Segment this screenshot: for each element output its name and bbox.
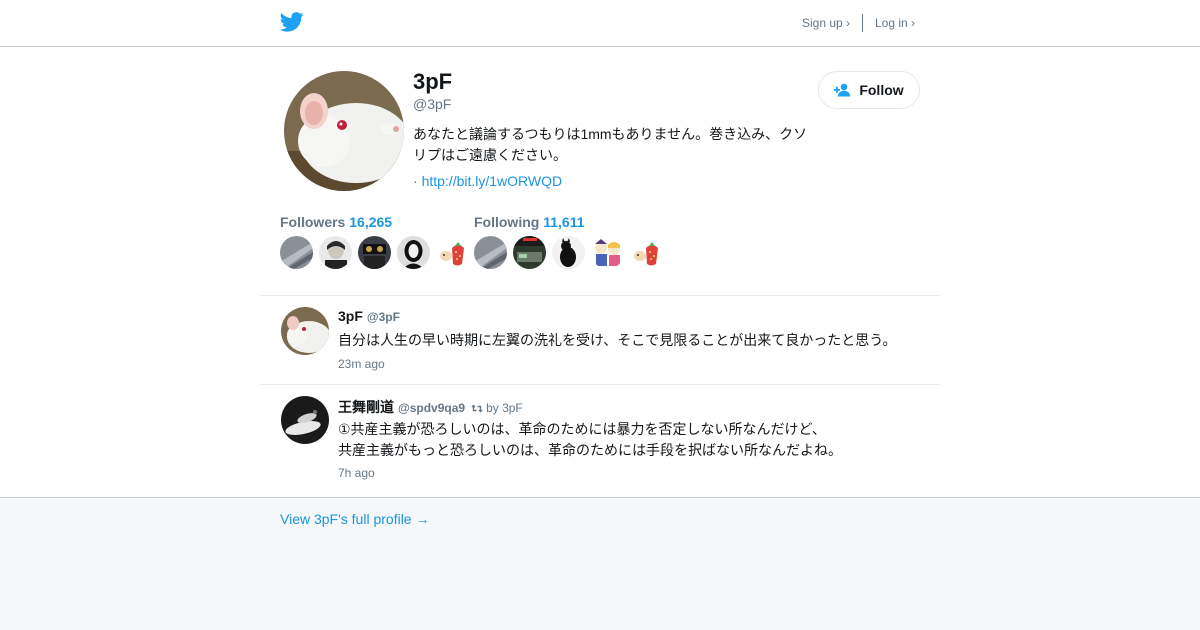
following-avatars bbox=[474, 236, 663, 269]
followers-count: 16,265 bbox=[349, 214, 393, 230]
section-divider bbox=[260, 295, 940, 296]
log-in-link[interactable]: Log in › bbox=[875, 16, 915, 30]
profile-avatar[interactable] bbox=[284, 71, 404, 191]
follower-avatar[interactable] bbox=[436, 236, 469, 269]
profile-url-line: · http://bit.ly/1wORWQD bbox=[413, 173, 562, 189]
twitter-bird-icon[interactable] bbox=[280, 11, 304, 33]
tweet-header: 3pF @3pF bbox=[338, 308, 400, 324]
tweet-author-handle[interactable]: @3pF bbox=[367, 310, 400, 324]
follower-avatar[interactable] bbox=[280, 236, 313, 269]
follower-avatar[interactable] bbox=[358, 236, 391, 269]
retweet-by-label[interactable]: by 3pF bbox=[486, 401, 523, 415]
cat-image bbox=[281, 396, 329, 444]
tweet-timestamp[interactable]: 23m ago bbox=[338, 357, 385, 371]
following-avatar[interactable] bbox=[552, 236, 585, 269]
add-user-icon bbox=[834, 83, 851, 97]
follower-avatar[interactable] bbox=[319, 236, 352, 269]
profile-bio: あなたと議論するつもりは1mmもありません。巻き込み、クソリプはご遠慮ください。 bbox=[413, 126, 808, 163]
tweet-avatar[interactable] bbox=[281, 396, 329, 444]
top-bar: Sign up › Log in › bbox=[0, 0, 1200, 47]
follow-button[interactable]: Follow bbox=[818, 71, 920, 109]
white-rat-image bbox=[284, 71, 404, 191]
tweet-header: 王舞剛道 @spdv9qa9 by 3pF bbox=[338, 397, 523, 417]
following-avatar[interactable] bbox=[630, 236, 663, 269]
followers-label: Followers bbox=[280, 214, 346, 230]
retweet-indicator: by 3pF bbox=[471, 401, 523, 415]
topbar-divider bbox=[862, 14, 863, 32]
tweet-author-handle[interactable]: @spdv9qa9 bbox=[398, 401, 465, 415]
following-count: 11,611 bbox=[543, 214, 585, 230]
tweet-text-line: 共産主義がもっと恐ろしいのは、革命のためには手段を択ばない所なんだよね。 bbox=[338, 442, 842, 458]
profile-card: 3pF @3pF あなたと議論するつもりは1mmもありません。巻き込み、クソリプ… bbox=[0, 47, 1200, 498]
profile-handle: @3pF bbox=[413, 96, 452, 112]
tweet-divider bbox=[260, 384, 940, 385]
tweet-text-line: ①共産主義が恐ろしいのは、革命のためには暴力を否定しない所なんだけど、 bbox=[338, 421, 826, 437]
following-label: Following bbox=[474, 214, 540, 230]
sign-up-link[interactable]: Sign up › bbox=[802, 16, 850, 30]
tweet-author-name[interactable]: 王舞剛道 bbox=[338, 399, 394, 415]
tweet-avatar[interactable] bbox=[281, 307, 329, 355]
follower-avatar[interactable] bbox=[397, 236, 430, 269]
followers-avatars bbox=[280, 236, 469, 269]
follow-button-label: Follow bbox=[859, 82, 904, 98]
profile-url-link[interactable]: http://bit.ly/1wORWQD bbox=[422, 173, 563, 189]
view-full-profile-link[interactable]: View 3pF's full profile → bbox=[280, 511, 429, 527]
profile-name[interactable]: 3pF bbox=[413, 69, 452, 95]
retweet-icon bbox=[471, 404, 483, 413]
tweet-author-name[interactable]: 3pF bbox=[338, 308, 363, 324]
tweet-timestamp[interactable]: 7h ago bbox=[338, 466, 375, 480]
tweet-text: 自分は人生の早い時期に左翼の洗礼を受け、そこで見限ることが出来て良かったと思う。 bbox=[338, 332, 897, 348]
following-avatar[interactable] bbox=[591, 236, 624, 269]
following-stat[interactable]: Following 11,611 bbox=[474, 214, 585, 230]
url-prefix: · bbox=[413, 173, 418, 189]
following-avatar[interactable] bbox=[474, 236, 507, 269]
following-avatar[interactable] bbox=[513, 236, 546, 269]
followers-stat[interactable]: Followers 16,265 bbox=[280, 214, 392, 230]
white-rat-image bbox=[281, 307, 329, 355]
